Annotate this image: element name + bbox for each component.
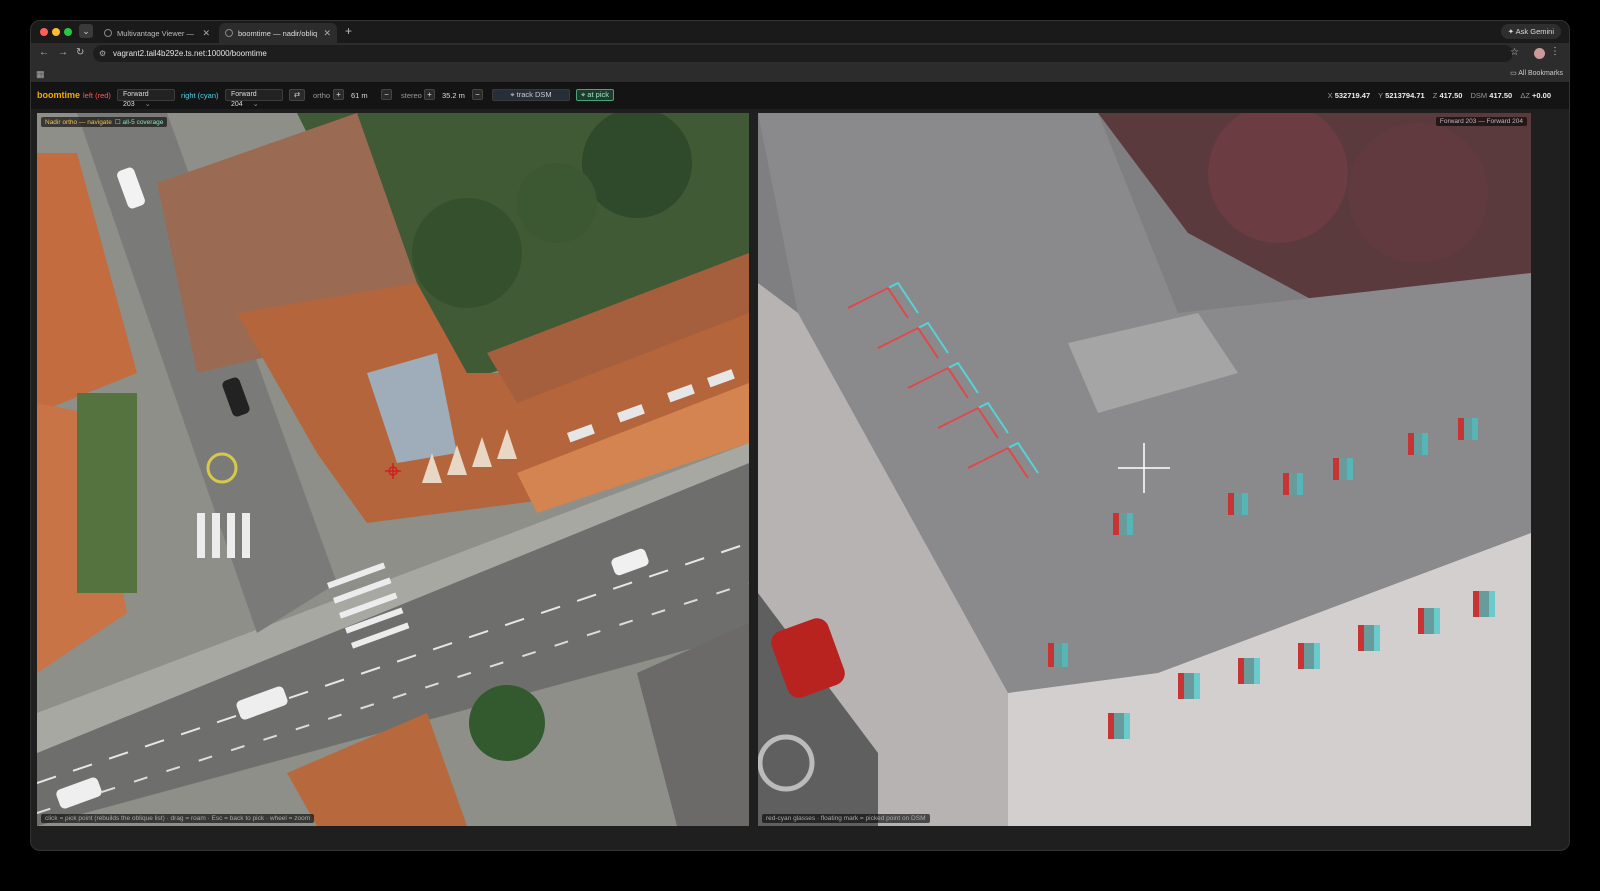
stereo-pair-badge: Forward 203 — Forward 204 xyxy=(1435,117,1527,126)
z-label: Z xyxy=(1432,91,1438,100)
menu-icon[interactable]: ⋮ xyxy=(1550,46,1560,57)
stereo-zoom-out-button[interactable]: − xyxy=(472,89,483,100)
app-header: boomtime left (red) Forward 203 ⌄ right (… xyxy=(31,83,1569,109)
dsm-value: 417.50 xyxy=(1489,91,1513,100)
all-bookmarks-label: All Bookmarks xyxy=(1518,70,1563,77)
chevron-down-icon: ⌄ xyxy=(252,101,259,108)
maximize-window-button[interactable] xyxy=(64,28,72,36)
tab-strip: ⌄ Multivantage Viewer — Drag... ✕ boomti… xyxy=(31,21,1569,43)
x-label: X xyxy=(1327,91,1333,100)
right-image-select[interactable]: Forward 204 ⌄ xyxy=(225,89,283,108)
stereo-anaglyph-viewport[interactable]: Forward 203 — Forward 204 red-cyan glass… xyxy=(758,113,1531,826)
close-tab-icon[interactable]: ✕ xyxy=(323,28,331,39)
dz-label: ΔZ xyxy=(1520,91,1530,100)
left-image-select[interactable]: Forward 203 ⌄ xyxy=(117,89,175,108)
ortho-zoom-out-button[interactable]: − xyxy=(381,89,392,100)
coordinate-readout: X 532719.47 Y 5213794.71 Z 417.50 DSM 41… xyxy=(1328,91,1557,100)
at-pick-button[interactable]: ⌖ at pick xyxy=(576,89,614,101)
stereo-help-text: red-cyan glasses · floating mark = picke… xyxy=(762,814,930,823)
tab-boomtime[interactable]: boomtime — nadir/oblique st... ✕ xyxy=(219,23,337,43)
new-tab-button[interactable]: + xyxy=(345,24,352,38)
right-image-label: right (cyan) xyxy=(181,91,219,100)
dz-value: +0.00 xyxy=(1532,91,1551,100)
globe-icon xyxy=(104,29,112,37)
bookmarks-bar: ▦ ▭ All Bookmarks xyxy=(31,65,1569,83)
browser-toolbar: ← → ↻ ⚙ vagrant2.tail4b292e.ts.net:10000… xyxy=(31,43,1569,65)
dsm-label: DSM xyxy=(1470,91,1488,100)
coverage-checkbox[interactable]: ☐ all-5 coverage xyxy=(115,119,163,126)
stereo-zoom-in-button[interactable]: + xyxy=(424,89,435,100)
nadir-badge-label: Nadir ortho — navigate xyxy=(45,119,112,126)
profile-avatar[interactable] xyxy=(1534,48,1545,59)
stereo-value: 35.2 m xyxy=(442,91,465,100)
stereo-label: stereo xyxy=(401,91,422,100)
nadir-ortho-viewport[interactable]: Nadir ortho — navigate ☐ all-5 coverage c… xyxy=(37,113,749,826)
y-label: Y xyxy=(1378,91,1383,100)
nadir-mode-badge: Nadir ortho — navigate ☐ all-5 coverage xyxy=(41,117,168,127)
y-value: 5213794.71 xyxy=(1385,91,1425,100)
x-value: 532719.47 xyxy=(1334,91,1371,100)
address-bar[interactable]: ⚙ vagrant2.tail4b292e.ts.net:10000/boomt… xyxy=(93,45,1513,62)
globe-icon xyxy=(225,29,233,37)
close-window-button[interactable] xyxy=(40,28,48,36)
tab-title: boomtime — nadir/oblique st... xyxy=(238,28,318,38)
apps-grid-icon[interactable]: ▦ xyxy=(36,69,45,80)
tab-title: Multivantage Viewer — Drag... xyxy=(117,28,196,38)
chevron-down-icon: ⌄ xyxy=(144,101,151,108)
anaglyph-oblique-image xyxy=(758,113,1531,826)
ask-gemini-button[interactable]: ✦ Ask Gemini xyxy=(1500,24,1561,39)
back-icon[interactable]: ← xyxy=(39,47,49,58)
reload-icon[interactable]: ↻ xyxy=(76,47,84,58)
bookmark-star-icon[interactable]: ☆ xyxy=(1510,47,1519,58)
minimize-window-button[interactable] xyxy=(52,28,60,36)
ortho-value: 61 m xyxy=(351,91,368,100)
tab-search-icon[interactable]: ⌄ xyxy=(79,24,93,38)
url-text: vagrant2.tail4b292e.ts.net:10000/boomtim… xyxy=(113,49,267,58)
site-info-icon[interactable]: ⚙ xyxy=(99,45,106,62)
ask-gemini-label: Ask Gemini xyxy=(1515,27,1554,36)
tab-multivantage[interactable]: Multivantage Viewer — Drag... ✕ xyxy=(98,23,216,43)
ortho-zoom-in-button[interactable]: + xyxy=(333,89,344,100)
ortho-label: ortho xyxy=(313,91,331,100)
forward-icon[interactable]: → xyxy=(58,47,68,58)
close-tab-icon[interactable]: ✕ xyxy=(202,28,210,39)
ortho-aerial-image xyxy=(37,113,749,826)
swap-icon[interactable]: ⇄ xyxy=(289,89,305,101)
track-dsm-button[interactable]: ⌖ track DSM xyxy=(492,89,570,101)
all-bookmarks-button[interactable]: ▭ All Bookmarks xyxy=(1510,69,1563,77)
left-image-label: left (red) xyxy=(83,91,111,100)
app-brand: boomtime xyxy=(37,90,81,100)
nadir-help-text: click = pick point (rebuilds the oblique… xyxy=(41,814,315,823)
z-value: 417.50 xyxy=(1439,91,1463,100)
browser-window: ⌄ Multivantage Viewer — Drag... ✕ boomti… xyxy=(30,20,1570,851)
